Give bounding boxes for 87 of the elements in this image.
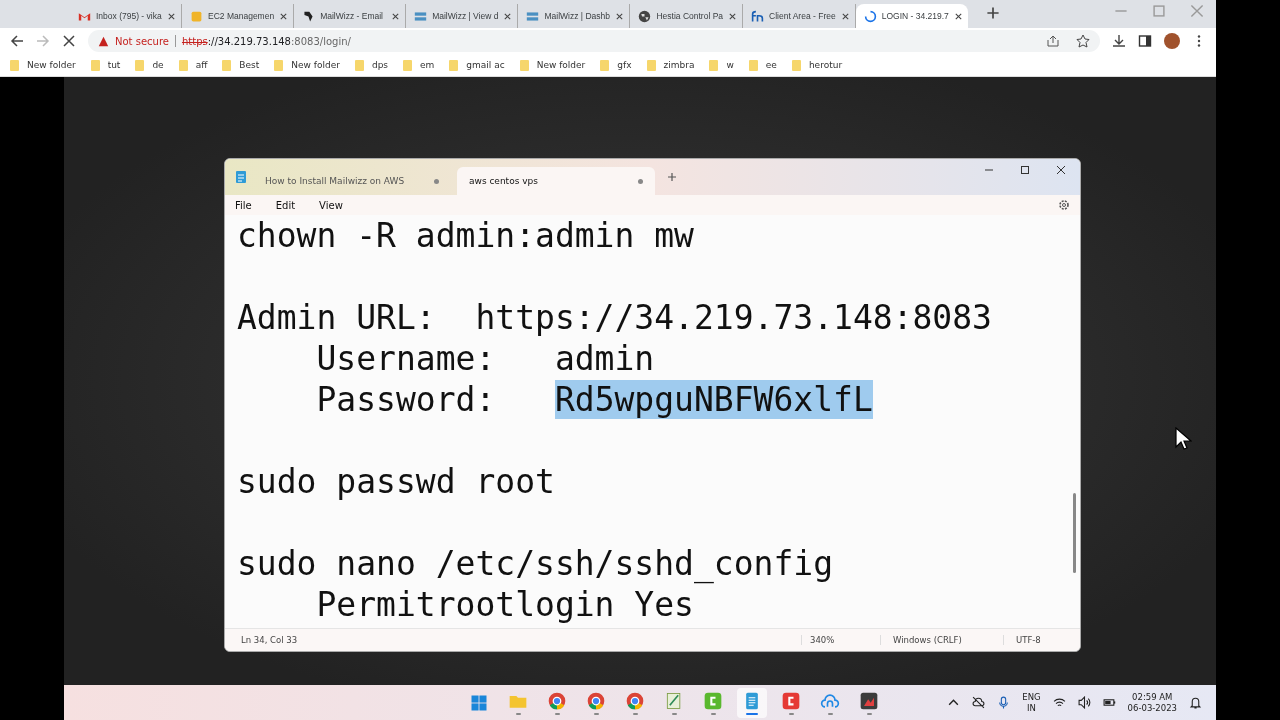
bookmark-folder[interactable]: herotur	[791, 59, 843, 71]
clock-time[interactable]: 02:59 AM	[1132, 691, 1173, 703]
bookmark-folder[interactable]: em	[403, 59, 435, 71]
stop-icon[interactable]	[62, 34, 76, 48]
close-icon[interactable]	[391, 11, 401, 21]
close-icon[interactable]	[167, 11, 176, 21]
notification-icon[interactable]	[1189, 696, 1202, 709]
bookmark-folder[interactable]: de	[135, 59, 164, 71]
notepad-icon	[235, 170, 247, 184]
bookmark-folder[interactable]: New folder	[519, 59, 586, 71]
wifi-icon[interactable]	[1052, 696, 1066, 709]
zoom-level: 340%	[801, 635, 880, 645]
bookmark-folder[interactable]: New folder	[274, 59, 340, 71]
bookmark-folder[interactable]: dps	[354, 59, 389, 71]
text-line: Permitrootlogin Yes	[315, 585, 694, 624]
bookmark-folder[interactable]: gfx	[600, 59, 632, 71]
close-icon[interactable]	[840, 11, 850, 21]
close-icon[interactable]	[953, 11, 963, 21]
mouse-pointer-icon	[1174, 427, 1192, 451]
language-indicator[interactable]: ENG	[1022, 691, 1041, 703]
volume-icon[interactable]	[1077, 696, 1091, 709]
loading-icon	[863, 9, 877, 23]
back-icon[interactable]	[10, 34, 24, 48]
text-line: Username: admin	[315, 339, 655, 378]
avatar[interactable]	[1164, 33, 1180, 49]
text-line: Admin URL: https://34.219.73.148:8083	[237, 298, 992, 337]
app-icon	[782, 692, 800, 709]
bookmark-folder[interactable]: ee	[748, 59, 777, 71]
close-icon[interactable]	[1056, 163, 1066, 177]
app-icon	[704, 692, 722, 709]
document-tab[interactable]: How to Install Mailwizz on AWS	[253, 167, 451, 195]
menu-item[interactable]: Edit	[275, 199, 296, 211]
logo-icon	[751, 9, 765, 23]
security-label: Not secure	[115, 35, 169, 47]
browser-tab[interactable]: LOGIN - 34.219.7	[855, 4, 968, 28]
url-text: https://34.219.73.148:8083/login/	[181, 35, 351, 47]
region-indicator[interactable]: IN	[1027, 702, 1036, 714]
browser-icon	[587, 692, 605, 709]
close-icon[interactable]	[728, 11, 738, 21]
bookmark-folder[interactable]: zimbra	[646, 59, 695, 71]
text-line: chown -R admin:admin mw	[237, 216, 694, 255]
cube-icon	[190, 9, 203, 23]
maximize-icon[interactable]	[1020, 163, 1030, 177]
bookmark-folder[interactable]: New folder	[10, 59, 76, 71]
plus-icon[interactable]	[667, 172, 677, 182]
browser-icon	[548, 692, 566, 709]
side-panel-icon[interactable]	[1138, 34, 1152, 48]
document-tab[interactable]: aws centos vps	[457, 167, 655, 195]
line-ending: Windows (CRLF)	[880, 635, 1003, 645]
star-icon[interactable]	[1076, 34, 1090, 48]
download-icon[interactable]	[1112, 34, 1126, 48]
microphone-icon[interactable]	[997, 696, 1011, 709]
app-icon	[860, 692, 878, 709]
close-icon[interactable]	[279, 11, 289, 21]
text-line: sudo passwd root	[237, 462, 555, 501]
menu-item[interactable]: File	[235, 199, 252, 211]
scrollbar[interactable]	[1073, 493, 1076, 573]
globe-icon	[638, 9, 652, 23]
cloud-icon	[820, 693, 840, 708]
bookmark-folder[interactable]: gmail ac	[449, 59, 505, 71]
taskbar-app[interactable]	[737, 687, 767, 718]
share-icon[interactable]	[1046, 34, 1060, 48]
bookmark-folder[interactable]: aff	[178, 59, 208, 71]
browser-icon	[626, 692, 644, 709]
bookmark-folder[interactable]: Best	[222, 59, 260, 71]
plus-icon[interactable]	[985, 6, 1000, 20]
clock-date[interactable]: 06-03-2023	[1127, 702, 1177, 714]
warning-icon	[98, 35, 109, 47]
editor-icon	[666, 692, 681, 709]
windows-icon	[471, 695, 487, 710]
text-line: sudo nano /etc/ssh/sshd_config	[237, 544, 834, 583]
close-icon[interactable]	[503, 11, 513, 21]
settings-icon[interactable]	[1058, 199, 1070, 211]
encoding: UTF-8	[1003, 635, 1080, 645]
bird-icon	[302, 9, 316, 23]
notepad-icon	[746, 692, 758, 709]
bookmark-folder[interactable]: tut	[90, 59, 121, 71]
close-icon[interactable]	[615, 11, 625, 21]
cursor-position: Ln 34, Col 33	[241, 635, 298, 645]
cloud-off-icon[interactable]	[972, 696, 986, 709]
battery-icon[interactable]	[1102, 696, 1116, 709]
logo-icon	[526, 9, 540, 23]
menu-item[interactable]: View	[319, 199, 343, 211]
logo-icon	[414, 9, 428, 23]
address-bar[interactable]: Not secure https://34.219.73.148:8083/login/	[88, 30, 1100, 52]
folder-icon	[509, 695, 527, 708]
bookmark-folder[interactable]: w	[709, 59, 734, 71]
